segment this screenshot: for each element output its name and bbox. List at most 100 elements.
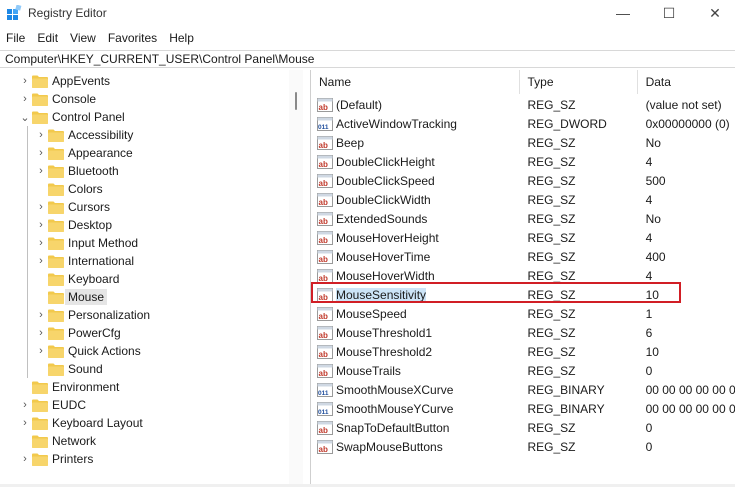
registry-value-row[interactable]: ab Beep REG_SZ No [311,133,735,152]
chevron-right-icon[interactable]: › [18,399,32,411]
registry-value-row[interactable]: ab MouseHoverWidth REG_SZ 4 [311,266,735,285]
chevron-right-icon[interactable]: › [18,93,32,105]
tree-item[interactable]: ⌄ Control Panel [18,108,125,126]
title-bar: Registry Editor — ☐ ✕ [0,0,735,26]
chevron-right-icon[interactable]: › [34,309,48,321]
registry-value-row[interactable]: ab MouseThreshold1 REG_SZ 6 [311,323,735,342]
value-name: MouseSensitivity [336,287,427,302]
chevron-right-icon[interactable]: › [18,453,32,465]
registry-value-row[interactable]: 011 SmoothMouseYCurve REG_BINARY 00 00 00 0… [311,399,735,418]
column-data-header[interactable]: Data [638,70,735,94]
value-type-cell: REG_SZ [527,306,576,321]
tree-item[interactable]: Environment [18,378,119,396]
registry-value-row[interactable]: ab SwapMouseButtons REG_SZ 0 [311,437,735,456]
value-data-cell: 1 [645,306,653,321]
tree-item[interactable]: › Bluetooth [34,162,119,180]
chevron-down-icon[interactable]: ⌄ [18,111,32,124]
menu-edit[interactable]: Edit [31,28,64,48]
chevron-right-icon[interactable]: › [18,417,32,429]
chevron-right-icon[interactable]: › [34,327,48,339]
tree-item[interactable]: › Printers [18,450,93,468]
string-value-icon: ab [317,173,333,188]
tree-item[interactable]: › Quick Actions [34,342,141,360]
value-data-cell: 400 [645,249,666,264]
menu-help[interactable]: Help [163,28,200,48]
tree-item[interactable]: › Personalization [34,306,150,324]
tree-item[interactable]: Colors [34,180,103,198]
tree-item[interactable]: › International [34,252,134,270]
chevron-right-icon[interactable]: › [34,201,48,213]
chevron-right-icon[interactable]: › [34,237,48,249]
value-name: SmoothMouseYCurve [336,401,454,416]
tree-item[interactable]: › Console [18,90,96,108]
close-button[interactable]: ✕ [692,0,735,26]
menu-favorites[interactable]: Favorites [102,28,163,48]
tree-item-label: EUDC [52,398,87,412]
tree-item[interactable]: Keyboard [34,270,119,288]
tree-item[interactable]: › AppEvents [18,72,110,90]
chevron-right-icon[interactable]: › [18,75,32,87]
value-data-cell: 0 [645,363,653,378]
tree-item[interactable]: › Input Method [34,234,138,252]
string-value-icon: ab [317,230,333,245]
folder-icon [48,201,64,214]
value-name-cell: ab MouseThreshold1 [311,325,519,340]
values-list-pane[interactable]: Name Type Data ab (Default) REG_SZ (value n… [310,70,735,484]
registry-value-row[interactable]: ab ExtendedSounds REG_SZ No [311,209,735,228]
registry-value-row[interactable]: ab MouseTrails REG_SZ 0 [311,361,735,380]
tree-item-label: Keyboard Layout [52,416,143,430]
registry-value-row[interactable]: ab MouseThreshold2 REG_SZ 10 [311,342,735,361]
registry-value-row[interactable]: ab MouseHoverHeight REG_SZ 4 [311,228,735,247]
registry-value-row[interactable]: 011 SmoothMouseXCurve REG_BINARY 00 00 00 0… [311,380,735,399]
folder-icon [32,417,48,430]
tree-item[interactable]: Mouse [34,288,108,306]
tree-scrollbar[interactable] [289,70,303,484]
tree-item[interactable]: › EUDC [18,396,86,414]
maximize-button[interactable]: ☐ [646,0,692,26]
tree-item-label: Environment [52,380,120,394]
key-tree-pane[interactable]: › AppEvents › Console ⌄ Control Panel › Accessi… [0,70,303,484]
chevron-right-icon[interactable]: › [34,165,48,177]
registry-value-row[interactable]: ab DoubleClickWidth REG_SZ 4 [311,190,735,209]
minimize-button[interactable]: — [600,0,646,26]
registry-value-row[interactable]: ab MouseHoverTime REG_SZ 400 [311,247,735,266]
registry-value-row[interactable]: ab MouseSensitivity REG_SZ 10 [311,285,735,304]
chevron-right-icon[interactable]: › [34,219,48,231]
registry-value-row[interactable]: 011 ActiveWindowTracking REG_DWORD 0x000000… [311,114,735,133]
tree-item[interactable]: › Accessibility [34,126,133,144]
value-type-cell: REG_SZ [527,344,576,359]
column-name-header[interactable]: Name [311,70,520,94]
value-data-cell: 4 [645,154,653,169]
registry-value-row[interactable]: ab DoubleClickHeight REG_SZ 4 [311,152,735,171]
folder-icon [48,327,64,340]
tree-item[interactable]: › Keyboard Layout [18,414,143,432]
chevron-right-icon[interactable]: › [34,147,48,159]
tree-item[interactable]: › PowerCfg [34,324,121,342]
value-type-cell: REG_SZ [527,135,576,150]
menu-view[interactable]: View [64,28,102,48]
value-type-cell: REG_SZ [527,97,576,112]
value-name-cell: ab MouseSensitivity [311,287,519,302]
chevron-right-icon[interactable]: › [34,129,48,141]
address-bar[interactable]: Computer\HKEY_CURRENT_USER\Control Panel… [0,50,735,68]
tree-item[interactable]: › Appearance [34,144,133,162]
string-value-icon: ab [317,439,333,454]
tree-item[interactable]: › Cursors [34,198,110,216]
registry-value-row[interactable]: ab (Default) REG_SZ (value not set) [311,95,735,114]
folder-icon [48,129,64,142]
registry-value-row[interactable]: ab SnapToDefaultButton REG_SZ 0 [311,418,735,437]
registry-value-row[interactable]: ab MouseSpeed REG_SZ 1 [311,304,735,323]
tree-scrollbar-thumb[interactable] [295,92,297,110]
tree-item[interactable]: › Desktop [34,216,112,234]
menu-file[interactable]: File [0,28,31,48]
column-type-header[interactable]: Type [520,70,638,94]
folder-icon [32,93,48,106]
tree-item[interactable]: Sound [34,360,103,378]
value-type-cell: REG_SZ [527,249,576,264]
tree-item-label: Colors [68,182,103,196]
registry-value-row[interactable]: ab DoubleClickSpeed REG_SZ 500 [311,171,735,190]
chevron-right-icon[interactable]: › [34,255,48,267]
tree-item[interactable]: Network [18,432,96,450]
chevron-right-icon[interactable]: › [34,345,48,357]
value-name-cell: ab DoubleClickSpeed [311,173,519,188]
